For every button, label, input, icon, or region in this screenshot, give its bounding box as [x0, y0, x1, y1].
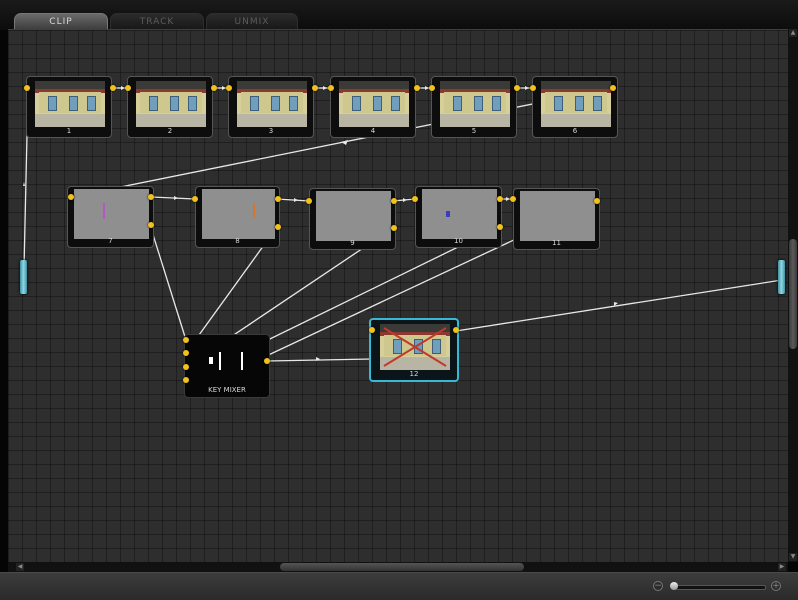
- key-mixer-input-port-1[interactable]: [183, 337, 189, 343]
- clip-thumbnail: [136, 81, 206, 127]
- clip-node-label: 5: [471, 127, 477, 135]
- clip6-input-port[interactable]: [530, 85, 536, 91]
- vertical-scrollbar[interactable]: ▲ ▼: [788, 29, 798, 562]
- scroll-up-button[interactable]: ▲: [789, 29, 797, 37]
- key-mixer-glyph: [241, 352, 243, 370]
- clip2-input-port[interactable]: [125, 85, 131, 91]
- matte-thumbnail: [520, 191, 595, 241]
- clip-node-label: 4: [370, 127, 376, 135]
- output12-output-port[interactable]: [453, 327, 459, 333]
- clip-node-label: 1: [66, 127, 72, 135]
- right-edge-handle[interactable]: [778, 260, 785, 294]
- key-mixer-input-port-4[interactable]: [183, 377, 189, 383]
- tab-bar: CLIP TRACK UNMIX: [0, 0, 798, 30]
- key-mixer-input-port-2[interactable]: [183, 350, 189, 356]
- node10-matte-port[interactable]: [497, 224, 503, 230]
- node7-input-port[interactable]: [68, 194, 74, 200]
- clip-thumbnail: [380, 324, 450, 370]
- clip-node-4[interactable]: 4: [330, 76, 416, 138]
- key-mixer-input-port-3[interactable]: [183, 364, 189, 370]
- clip-node-5[interactable]: 5: [431, 76, 517, 138]
- process-node-label: 10: [454, 237, 463, 245]
- node9-input-port[interactable]: [306, 198, 312, 204]
- clip3-input-port[interactable]: [226, 85, 232, 91]
- process-node-label: 8: [235, 237, 240, 245]
- node8-output-port[interactable]: [275, 196, 281, 202]
- clip5-input-port[interactable]: [429, 85, 435, 91]
- key-mixer-node[interactable]: KEY MIXER: [184, 334, 270, 398]
- node11-output-port[interactable]: [594, 198, 600, 204]
- node7-output-port[interactable]: [148, 194, 154, 200]
- output12-input-port[interactable]: [369, 327, 375, 333]
- clip1-output-port[interactable]: [110, 85, 116, 91]
- matte-thumbnail: [422, 189, 497, 239]
- matte-thumbnail: [74, 189, 149, 239]
- key-mixer-label: KEY MIXER: [208, 386, 246, 394]
- left-edge-handle[interactable]: [20, 260, 27, 294]
- vertical-scroll-thumb[interactable]: [789, 239, 797, 349]
- node11-input-port[interactable]: [510, 196, 516, 202]
- process-node-7[interactable]: 7: [67, 186, 154, 248]
- zoom-in-icon[interactable]: +: [771, 581, 781, 591]
- clip5-output-port[interactable]: [514, 85, 520, 91]
- scroll-down-button[interactable]: ▼: [789, 553, 797, 561]
- matte-mark: [253, 203, 255, 218]
- node10-input-port[interactable]: [412, 196, 418, 202]
- scroll-right-button[interactable]: ▶: [778, 563, 786, 571]
- clip-node-label: 6: [572, 127, 578, 135]
- clip1-input-port[interactable]: [24, 85, 30, 91]
- key-mixer-output-port[interactable]: [264, 358, 270, 364]
- horizontal-scroll-thumb[interactable]: [280, 563, 524, 571]
- clip-node-6[interactable]: 6: [532, 76, 618, 138]
- clip-node-1[interactable]: 1: [26, 76, 112, 138]
- clip2-output-port[interactable]: [211, 85, 217, 91]
- process-node-label: 11: [552, 239, 561, 247]
- clip-thumbnail: [541, 81, 611, 127]
- node9-matte-port[interactable]: [391, 225, 397, 231]
- tab-clip[interactable]: CLIP: [14, 13, 108, 29]
- tab-unmix[interactable]: UNMIX: [206, 13, 298, 29]
- node8-input-port[interactable]: [192, 196, 198, 202]
- zoom-out-icon[interactable]: −: [653, 581, 663, 591]
- clip-thumbnail: [35, 81, 105, 127]
- clip3-output-port[interactable]: [312, 85, 318, 91]
- matte-mark: [446, 211, 450, 217]
- process-node-11[interactable]: 11: [513, 188, 600, 250]
- output-node-12[interactable]: 12: [369, 318, 459, 382]
- clip-thumbnail: [237, 81, 307, 127]
- horizontal-scrollbar[interactable]: ◀ ▶: [8, 562, 788, 572]
- clip-node-3[interactable]: 3: [228, 76, 314, 138]
- output-node-label: 12: [409, 370, 419, 378]
- matte-mark: [103, 203, 105, 219]
- clip4-output-port[interactable]: [414, 85, 420, 91]
- bottom-toolbar: − +: [0, 572, 798, 600]
- matte-thumbnail: [202, 189, 275, 239]
- process-node-8[interactable]: 8: [195, 186, 280, 248]
- process-node-label: 9: [350, 239, 355, 247]
- node8-matte-port[interactable]: [275, 224, 281, 230]
- clip-node-label: 2: [167, 127, 173, 135]
- node9-output-port[interactable]: [391, 198, 397, 204]
- matte-thumbnail: [316, 191, 391, 241]
- clip-thumbnail: [339, 81, 409, 127]
- zoom-slider-track[interactable]: [676, 585, 766, 590]
- key-mixer-glyph: [219, 352, 221, 370]
- clip-node-label: 3: [268, 127, 274, 135]
- tab-track[interactable]: TRACK: [110, 13, 204, 29]
- scroll-left-button[interactable]: ◀: [16, 563, 24, 571]
- zoom-slider-knob[interactable]: [670, 582, 678, 590]
- disabled-cross-icon: [383, 327, 447, 367]
- node7-matte-port[interactable]: [148, 222, 154, 228]
- process-node-9[interactable]: 9: [309, 188, 396, 250]
- process-node-10[interactable]: 10: [415, 186, 502, 248]
- key-mixer-glyph: [209, 357, 213, 364]
- clip4-input-port[interactable]: [328, 85, 334, 91]
- clip-node-2[interactable]: 2: [127, 76, 213, 138]
- clip6-output-port[interactable]: [610, 85, 616, 91]
- clip-thumbnail: [440, 81, 510, 127]
- node10-output-port[interactable]: [497, 196, 503, 202]
- process-node-label: 7: [108, 237, 113, 245]
